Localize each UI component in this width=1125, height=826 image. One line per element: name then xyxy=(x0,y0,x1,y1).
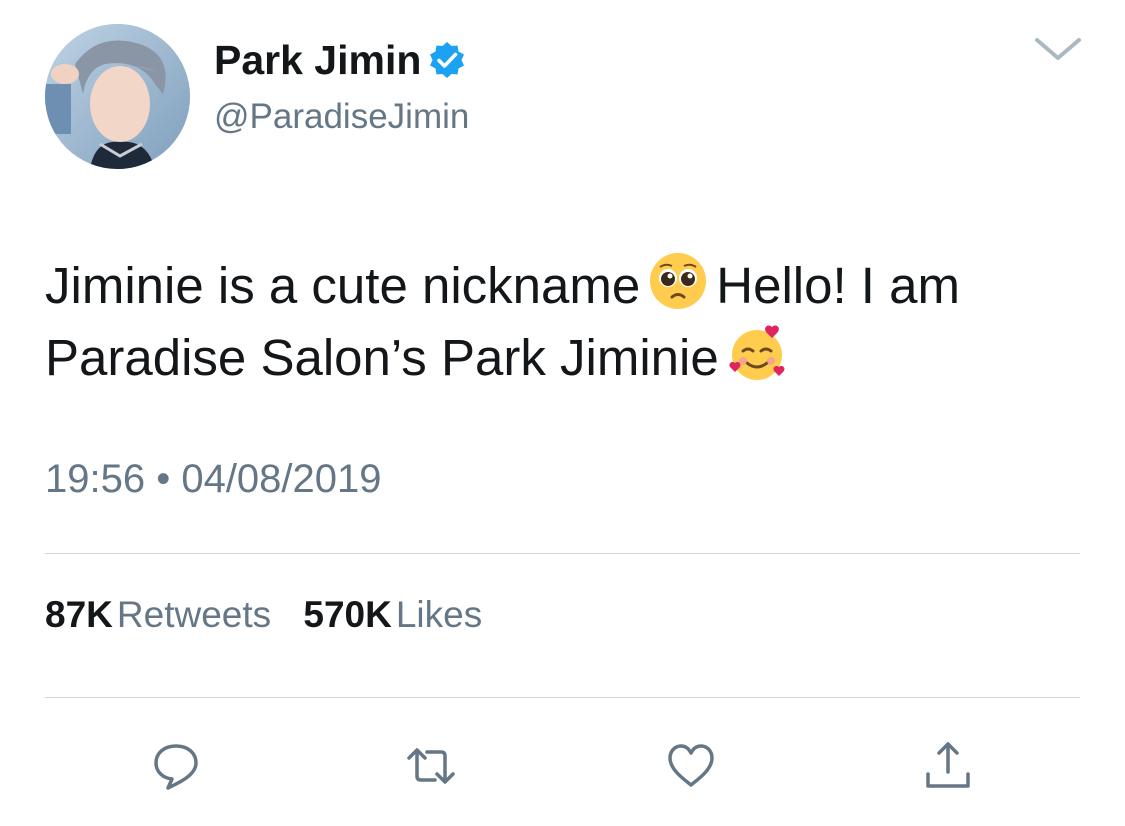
chevron-down-icon xyxy=(1035,38,1081,60)
likes-count: 570K xyxy=(303,594,392,635)
tweet-text: Jiminie is a cute nickname Hello! I am P… xyxy=(45,250,1095,394)
avatar[interactable] xyxy=(45,24,190,169)
user-handle[interactable]: @ParadiseJimin xyxy=(214,95,469,139)
reply-icon xyxy=(154,744,198,790)
more-options-button[interactable] xyxy=(1032,34,1084,64)
smiling-face-with-hearts-emoji-icon xyxy=(729,325,785,380)
retweet-icon xyxy=(407,748,455,784)
retweets-count: 87K xyxy=(45,594,113,635)
retweets-label: Retweets xyxy=(116,594,272,635)
retweet-button[interactable] xyxy=(403,738,459,794)
likes-stat[interactable]: 570K Likes xyxy=(303,592,482,638)
avatar-image xyxy=(45,24,190,169)
tweet-timestamp[interactable]: 19:56 • 04/08/2019 xyxy=(45,455,382,503)
likes-label: Likes xyxy=(395,594,483,635)
display-name[interactable]: Park Jimin xyxy=(214,36,467,84)
tweet-detail: Park Jimin @ParadiseJimin Jiminie is a c… xyxy=(0,0,1125,826)
pleading-face-emoji-icon xyxy=(650,253,707,309)
divider xyxy=(45,553,1080,554)
verified-badge-icon xyxy=(430,42,465,78)
divider xyxy=(45,697,1080,698)
tweet-text-part1: Jiminie is a cute nickname xyxy=(45,257,641,314)
tweet-stats: 87K Retweets 570K Likes xyxy=(45,592,504,638)
reply-button[interactable] xyxy=(148,738,204,794)
display-name-text: Park Jimin xyxy=(214,37,422,83)
retweets-stat[interactable]: 87K Retweets xyxy=(45,592,271,638)
heart-icon xyxy=(668,744,714,787)
share-icon xyxy=(926,742,970,788)
share-button[interactable] xyxy=(920,738,976,794)
like-button[interactable] xyxy=(663,738,719,794)
